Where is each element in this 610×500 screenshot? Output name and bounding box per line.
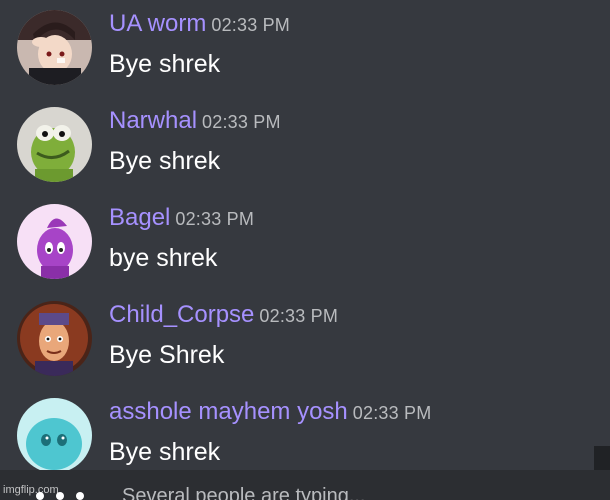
timestamp: 02:33 PM (259, 306, 339, 326)
timestamp: 02:33 PM (175, 209, 255, 229)
message-item: Child_Corpse 02:33 PM Bye Shrek (0, 291, 600, 388)
message-item: UA worm 02:33 PM Bye shrek (0, 0, 600, 97)
anime-boy-avatar[interactable] (17, 10, 92, 85)
message-item: Bagel 02:33 PM bye shrek (0, 194, 600, 291)
blue-blob-avatar[interactable] (17, 398, 92, 473)
timestamp: 02:33 PM (202, 112, 281, 132)
watermark: imgflip.com (3, 484, 59, 496)
username[interactable]: Child_Corpse 02:33 PM (109, 300, 338, 331)
message-text: Bye Shrek (109, 341, 225, 369)
timestamp: 02:33 PM (352, 403, 432, 423)
username-label[interactable]: Bagel (109, 204, 170, 231)
cartoon-man-avatar[interactable] (17, 301, 92, 376)
username-label[interactable]: asshole mayhem yosh (109, 398, 348, 425)
username[interactable]: UA worm 02:33 PM (109, 9, 290, 40)
message-item: Narwhal 02:33 PM Bye shrek (0, 97, 600, 194)
username[interactable]: Bagel 02:33 PM (109, 203, 254, 234)
message-text: bye shrek (109, 244, 218, 272)
message-text: Bye shrek (109, 438, 221, 466)
username-label[interactable]: UA worm (109, 10, 206, 37)
timestamp: 02:33 PM (211, 15, 291, 35)
username-label[interactable]: Child_Corpse (109, 301, 254, 328)
purple-creature-avatar[interactable] (17, 204, 92, 279)
chat-window: UA worm 02:33 PM Bye shrek Narwhal 02:33 P… (0, 0, 610, 500)
kermit-frog-avatar[interactable] (17, 107, 92, 182)
username-label[interactable]: Narwhal (109, 107, 197, 134)
typing-indicator: Several people are typing... (0, 470, 610, 500)
message-text: Bye shrek (109, 147, 221, 175)
username[interactable]: Narwhal 02:33 PM (109, 106, 281, 137)
username[interactable]: asshole mayhem yosh 02:33 PM (109, 397, 431, 428)
typing-text: Several people are typing... (122, 485, 366, 500)
message-text: Bye shrek (109, 50, 221, 78)
